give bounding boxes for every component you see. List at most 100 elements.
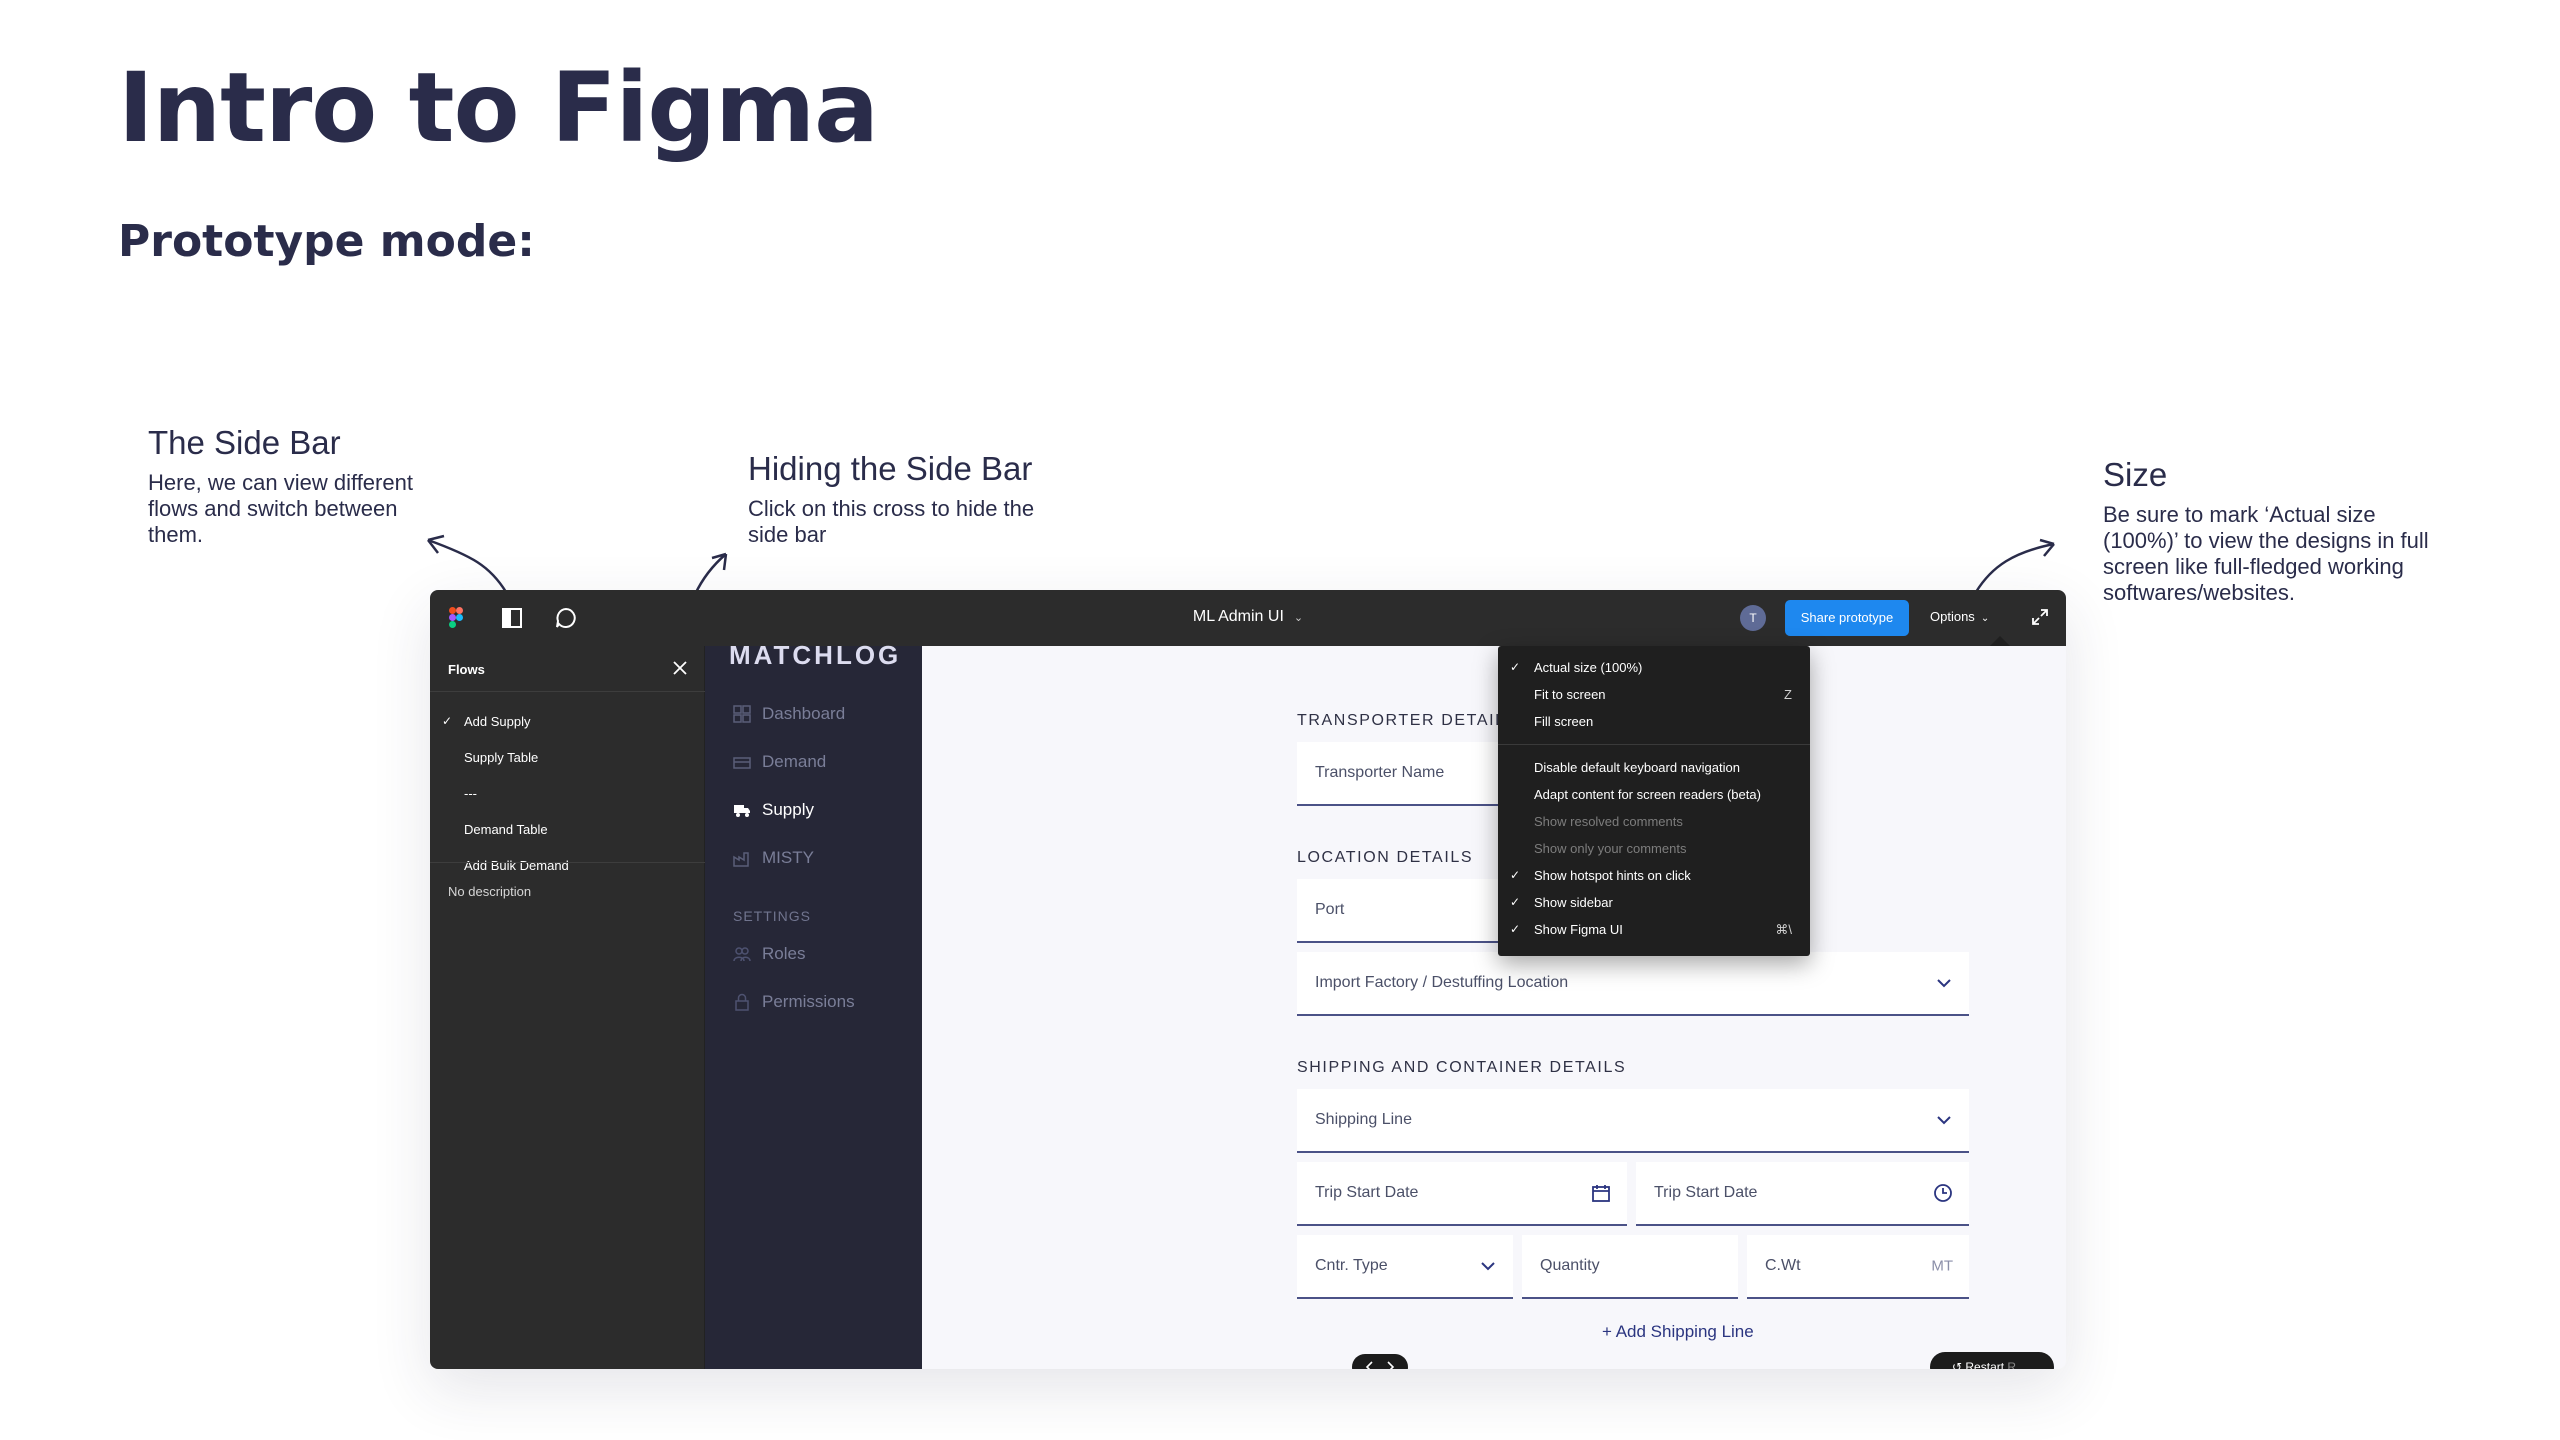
- calendar-icon: [1592, 1185, 1610, 1202]
- annotation-size-heading: Size: [2103, 456, 2168, 493]
- check-icon: ✓: [442, 714, 453, 728]
- shortcut-label: Z: [1784, 687, 1792, 702]
- pager-arrows-icon: [1365, 1361, 1395, 1369]
- options-menu-label: Show sidebar: [1534, 895, 1613, 910]
- flows-sidebar: Flows ✓ Add Supply Supply Table --- Demand T…: [430, 646, 705, 1369]
- check-icon: ✓: [1510, 868, 1521, 882]
- add-shipping-line-button[interactable]: + Add Shipping Line: [1602, 1322, 1754, 1342]
- nav-item-roles[interactable]: Roles: [733, 944, 805, 964]
- flow-item[interactable]: ---: [430, 786, 705, 804]
- quantity-field[interactable]: Quantity: [1522, 1235, 1738, 1299]
- field-placeholder: Trip Start Date: [1315, 1184, 1419, 1201]
- options-menu-item[interactable]: ✓ Show hotspot hints on click: [1498, 868, 1810, 886]
- trip-start-time-field[interactable]: Trip Start Date: [1636, 1162, 1969, 1226]
- flows-header: Flows: [448, 662, 485, 677]
- factory-icon: [733, 852, 749, 867]
- options-menu-label: Fill screen: [1534, 714, 1594, 729]
- field-placeholder: Port: [1315, 901, 1345, 918]
- restart-shortcut: R: [2007, 1360, 2017, 1369]
- options-menu-label: Show resolved comments: [1534, 814, 1683, 829]
- field-placeholder: C.Wt: [1765, 1257, 1801, 1274]
- nav-label: Demand: [762, 752, 827, 771]
- arrow-sidebar-icon: [427, 534, 508, 593]
- chevron-down-icon: [1937, 979, 1951, 988]
- avatar[interactable]: T: [1740, 605, 1766, 631]
- options-menu-label: Show Figma UI: [1534, 922, 1623, 937]
- nav-item-misty[interactable]: MISTY: [733, 848, 814, 868]
- options-menu-label: Actual size (100%): [1534, 660, 1643, 675]
- options-menu-item[interactable]: ✓ Show sidebar: [1498, 895, 1810, 913]
- options-menu-label: Show only your comments: [1534, 841, 1687, 856]
- nav-label: Supply: [762, 800, 814, 819]
- prototype-pager[interactable]: [1352, 1354, 1408, 1369]
- options-button[interactable]: Options ⌄: [1930, 609, 1989, 624]
- field-placeholder: Quantity: [1540, 1257, 1600, 1274]
- clock-icon: [1934, 1184, 1952, 1202]
- shipping-line-select[interactable]: Shipping Line: [1297, 1089, 1969, 1153]
- options-menu-item[interactable]: Fill screen: [1498, 714, 1810, 732]
- annotation-hide-heading: Hiding the Side Bar: [748, 450, 1033, 487]
- nav-item-supply[interactable]: Supply: [733, 800, 814, 820]
- options-menu: ✓ Actual size (100%) Fit to screen Z Fill sc…: [1498, 646, 1810, 956]
- divider: [430, 691, 705, 692]
- nav-label: Permissions: [762, 992, 855, 1011]
- field-placeholder: Trip Start Date: [1654, 1184, 1758, 1201]
- flow-item[interactable]: Add Bulk Demand: [430, 858, 705, 876]
- field-placeholder: Cntr. Type: [1315, 1257, 1388, 1274]
- share-prototype-button[interactable]: Share prototype: [1785, 600, 1909, 636]
- nav-label: Roles: [762, 944, 806, 963]
- location-section-label: LOCATION DETAILS: [1297, 849, 1474, 866]
- flow-item-label: Demand Table: [464, 822, 548, 837]
- chevron-down-icon: [1481, 1262, 1495, 1271]
- shipping-section-label: SHIPPING AND CONTAINER DETAILS: [1297, 1059, 1627, 1076]
- expand-icon[interactable]: [2030, 607, 2050, 632]
- factory-location-select[interactable]: Import Factory / Destuffing Location: [1297, 952, 1969, 1016]
- check-icon: ✓: [1510, 922, 1521, 936]
- users-icon: [733, 947, 751, 962]
- flow-item-label: ---: [464, 786, 477, 801]
- options-menu-item[interactable]: Disable default keyboard navigation: [1498, 760, 1810, 778]
- app-logo: MATCHLOG: [729, 640, 902, 670]
- divider: [1498, 744, 1810, 745]
- options-menu-item: Show resolved comments: [1498, 814, 1810, 832]
- options-menu-label: Fit to screen: [1534, 687, 1606, 702]
- trip-start-date-field[interactable]: Trip Start Date: [1297, 1162, 1627, 1226]
- flow-item-label: Add Bulk Demand: [464, 858, 569, 873]
- nav-item-demand[interactable]: Demand: [733, 752, 826, 772]
- field-placeholder: Transporter Name: [1315, 764, 1445, 781]
- restart-button[interactable]: ↺ Restart R: [1930, 1352, 2054, 1369]
- container-weight-field[interactable]: C.Wt MT: [1747, 1235, 1969, 1299]
- shortcut-label: ⌘\: [1775, 922, 1792, 937]
- divider: [430, 862, 705, 863]
- close-icon[interactable]: [668, 656, 692, 680]
- chevron-down-icon: ⌄: [1293, 612, 1304, 624]
- settings-section-label: SETTINGS: [733, 908, 812, 924]
- options-menu-item[interactable]: ✓ Show Figma UI ⌘\: [1498, 922, 1810, 940]
- nav-item-dashboard[interactable]: Dashboard: [733, 704, 845, 724]
- options-menu-caret: [1990, 636, 2010, 646]
- app-content: TRANSPORTER DETAILS Transporter Name LOC…: [922, 646, 2066, 1369]
- container-type-select[interactable]: Cntr. Type: [1297, 1235, 1513, 1299]
- flow-item[interactable]: ✓ Add Supply: [430, 714, 705, 732]
- field-placeholder: Shipping Line: [1315, 1111, 1412, 1128]
- options-menu-item[interactable]: ✓ Actual size (100%): [1498, 660, 1810, 678]
- dashboard-icon: [733, 705, 751, 723]
- flow-item[interactable]: Supply Table: [430, 750, 705, 768]
- nav-label: Dashboard: [762, 704, 846, 723]
- flow-item[interactable]: Demand Table: [430, 822, 705, 840]
- annotation-size: Size Be sure to mark ‘Actual size (100%)…: [2103, 456, 2433, 606]
- flow-item-label: Supply Table: [464, 750, 539, 765]
- slide-subtitle: Prototype mode:: [118, 216, 535, 267]
- annotation-sidebar-heading: The Side Bar: [148, 424, 341, 461]
- options-menu-label: Adapt content for screen readers (beta): [1534, 787, 1761, 802]
- chevron-down-icon: [1937, 1116, 1951, 1125]
- chevron-down-icon: ⌄: [1980, 613, 1990, 624]
- weight-unit: MT: [1931, 1257, 1953, 1275]
- options-menu-label: Show hotspot hints on click: [1534, 868, 1691, 883]
- options-menu-item[interactable]: Adapt content for screen readers (beta): [1498, 787, 1810, 805]
- annotation-size-text: Be sure to mark ‘Actual size (100%)’ to …: [2103, 502, 2429, 605]
- flow-description: No description: [448, 884, 532, 899]
- nav-item-permissions[interactable]: Permissions: [733, 992, 855, 1012]
- app-sidebar: MATCHLOG Dashboard Demand Supply MISTY S…: [705, 640, 922, 1369]
- options-menu-item[interactable]: Fit to screen Z: [1498, 687, 1810, 705]
